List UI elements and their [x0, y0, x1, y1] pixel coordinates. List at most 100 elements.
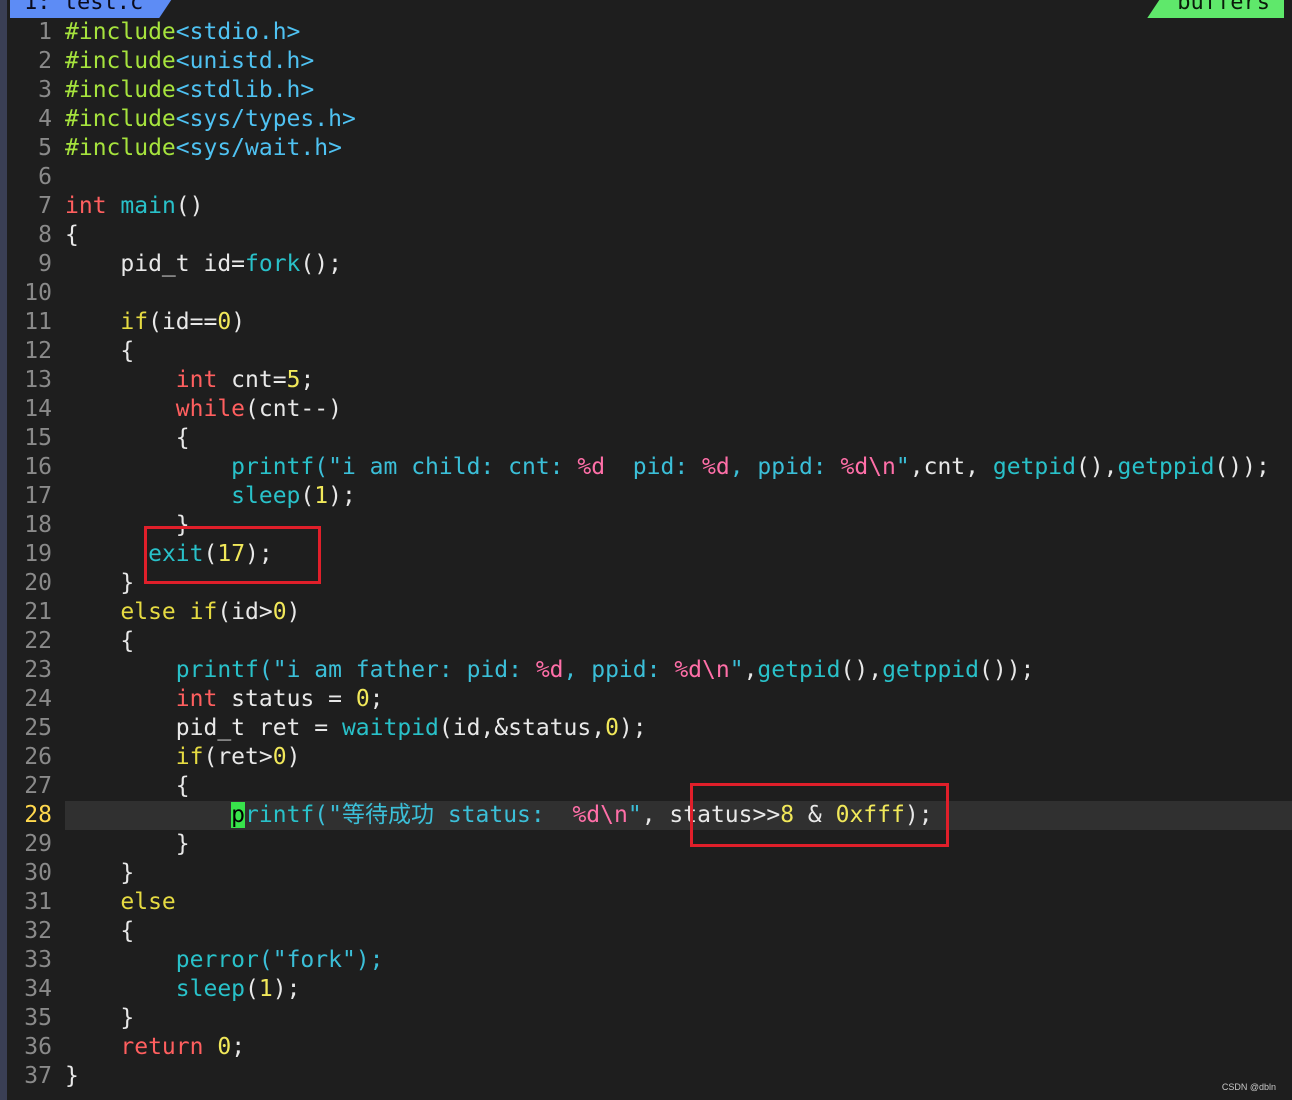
line-content[interactable]: #include<unistd.h> [65, 47, 1292, 76]
code-line[interactable]: 21 else if(id>0) [0, 598, 1292, 627]
code-line[interactable]: 23 printf("i am father: pid: %d, ppid: %… [0, 656, 1292, 685]
code-line[interactable]: 1 #include<stdio.h> [0, 18, 1292, 47]
line-content[interactable]: #include<stdio.h> [65, 18, 1292, 47]
code-line[interactable]: 22 { [0, 627, 1292, 656]
code-token: ()); [1214, 454, 1270, 480]
code-token: if [189, 599, 218, 625]
code-line[interactable]: 35 } [0, 1004, 1292, 1033]
line-content[interactable]: { [65, 424, 1292, 453]
code-line[interactable]: 8{ [0, 221, 1292, 250]
code-line[interactable]: 29 } [0, 830, 1292, 859]
code-line[interactable]: 9 pid_t id=fork(); [0, 250, 1292, 279]
code-line[interactable]: 6 [0, 163, 1292, 192]
code-token: %d\n [572, 802, 628, 828]
code-token: } [65, 570, 135, 596]
line-content[interactable]: { [65, 627, 1292, 656]
buffers-indicator[interactable]: buffers [1147, 0, 1284, 18]
code-token: #include [65, 77, 176, 103]
line-content[interactable]: if(id==0) [65, 308, 1292, 337]
code-line[interactable]: 13 int cnt=5; [0, 366, 1292, 395]
line-content[interactable]: perror("fork"); [65, 946, 1292, 975]
code-line[interactable]: 15 { [0, 424, 1292, 453]
code-token: () [175, 193, 204, 219]
line-content[interactable]: printf("i am father: pid: %d, ppid: %d\n… [65, 656, 1292, 685]
code-line[interactable]: 12 { [0, 337, 1292, 366]
tab-test-c[interactable]: 1: test.c [10, 0, 179, 18]
line-content[interactable]: { [65, 772, 1292, 801]
code-token: else [120, 599, 176, 625]
code-line[interactable]: 16 printf("i am child: cnt: %d pid: %d, … [0, 453, 1292, 482]
code-line[interactable]: 34 sleep(1); [0, 975, 1292, 1004]
code-line[interactable]: 14 while(cnt--) [0, 395, 1292, 424]
code-token: (id,&status, [438, 715, 606, 741]
line-content[interactable]: pid_t id=fork(); [65, 250, 1292, 279]
code-token: 0 [217, 309, 232, 335]
code-line[interactable]: 33 perror("fork"); [0, 946, 1292, 975]
line-content[interactable]: else [65, 888, 1292, 917]
line-content[interactable]: printf("i am child: cnt: %d pid: %d, ppi… [65, 453, 1292, 482]
line-content[interactable]: { [65, 917, 1292, 946]
code-token: if [120, 309, 149, 335]
code-line[interactable]: 30 } [0, 859, 1292, 888]
code-token: printf [231, 454, 315, 480]
code-token: { [65, 425, 190, 451]
code-token: waitpid [341, 715, 439, 741]
code-line[interactable]: 32 { [0, 917, 1292, 946]
code-line[interactable]: 37} [0, 1062, 1292, 1091]
line-content[interactable]: printf("等待成功 status: %d\n", status>>8 & … [65, 801, 1292, 830]
code-token: perror [175, 947, 259, 973]
code-line[interactable]: 10 [0, 279, 1292, 308]
line-content[interactable]: sleep(1); [65, 975, 1292, 1004]
code-line[interactable]: 3 #include<stdlib.h> [0, 76, 1292, 105]
code-token: #include [65, 48, 176, 74]
code-line[interactable]: 26 if(ret>0) [0, 743, 1292, 772]
code-line[interactable]: 31 else [0, 888, 1292, 917]
code-token: %d [535, 657, 564, 683]
code-token: main [120, 193, 176, 219]
code-line[interactable]: 4 #include<sys/types.h> [0, 105, 1292, 134]
highlight-box-status-expression [690, 783, 949, 847]
code-line[interactable]: 5 #include<sys/wait.h> [0, 134, 1292, 163]
line-number: 8 [38, 222, 52, 248]
code-line[interactable]: 28 printf("等待成功 status: %d\n", status>>8… [0, 801, 1292, 830]
line-content[interactable]: { [65, 337, 1292, 366]
line-content[interactable]: if(ret>0) [65, 743, 1292, 772]
line-number: 12 [24, 338, 52, 364]
line-content[interactable] [65, 279, 1292, 308]
line-content[interactable]: sleep(1); [65, 482, 1292, 511]
line-content[interactable]: return 0; [65, 1033, 1292, 1062]
line-content[interactable]: else if(id>0) [65, 598, 1292, 627]
code-token: ()); [979, 657, 1035, 683]
line-content[interactable]: #include<sys/types.h> [65, 105, 1292, 134]
line-content[interactable]: { [65, 221, 1292, 250]
line-content[interactable]: int main() [65, 192, 1292, 221]
line-content[interactable]: while(cnt--) [65, 395, 1292, 424]
line-content[interactable]: } [65, 1062, 1292, 1091]
code-line[interactable]: 27 { [0, 772, 1292, 801]
line-content[interactable]: } [65, 1004, 1292, 1033]
line-content[interactable]: int cnt=5; [65, 366, 1292, 395]
code-token: <unistd.h> [175, 48, 315, 74]
code-line[interactable]: 24 int status = 0; [0, 685, 1292, 714]
line-content[interactable]: pid_t ret = waitpid(id,&status,0); [65, 714, 1292, 743]
vim-editor[interactable]: 1: test.c buffers 1 #include<stdio.h> 2 #in… [0, 0, 1292, 1100]
code-line[interactable]: 2 #include<unistd.h> [0, 47, 1292, 76]
line-content[interactable]: } [65, 830, 1292, 859]
line-content[interactable]: } [65, 859, 1292, 888]
line-content[interactable]: int status = 0; [65, 685, 1292, 714]
code-line[interactable]: 17 sleep(1); [0, 482, 1292, 511]
code-token: 0 [217, 1034, 232, 1060]
code-line[interactable]: 11 if(id==0) [0, 308, 1292, 337]
line-content[interactable] [65, 163, 1292, 192]
code-line[interactable]: 7 int main() [0, 192, 1292, 221]
code-line[interactable]: 36 return 0; [0, 1033, 1292, 1062]
line-content[interactable]: #include<sys/wait.h> [65, 134, 1292, 163]
line-content[interactable]: #include<stdlib.h> [65, 76, 1292, 105]
code-line[interactable]: 25 pid_t ret = waitpid(id,&status,0); [0, 714, 1292, 743]
